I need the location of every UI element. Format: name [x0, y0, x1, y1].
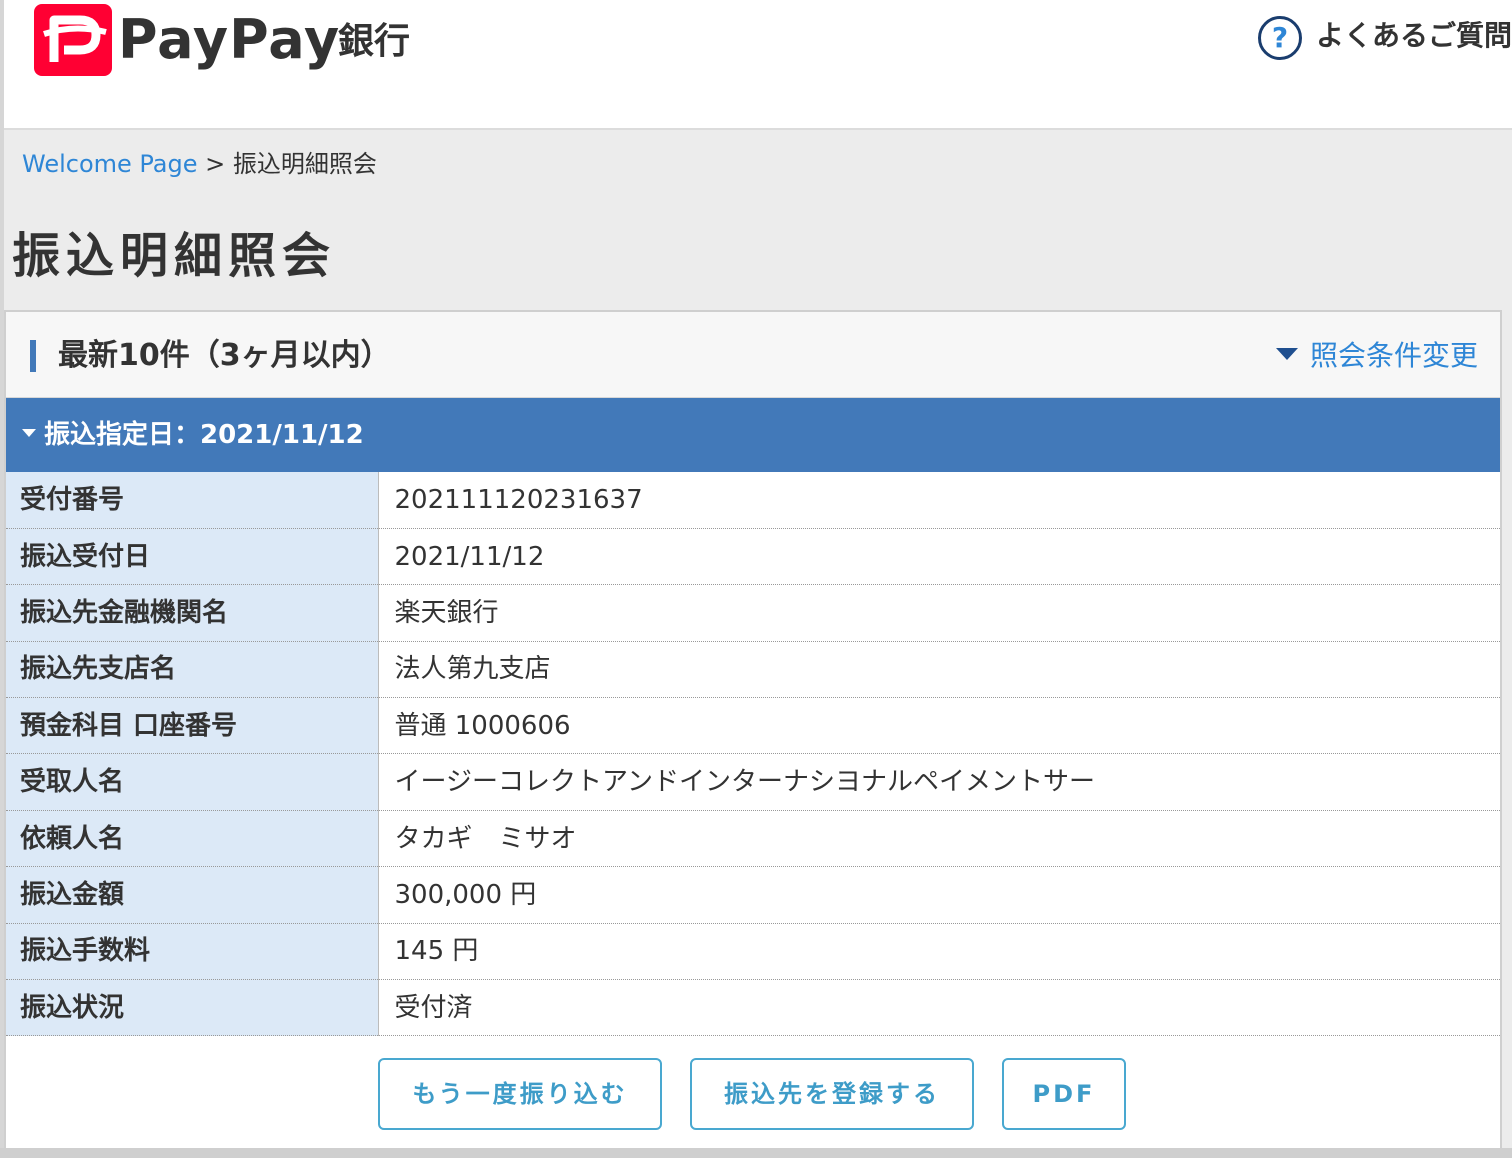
row-label: 振込金額 [6, 866, 379, 924]
row-label: 振込受付日 [6, 528, 379, 586]
table-row: 振込金額 300,000 円 [6, 866, 1500, 924]
transfer-detail-panel: 最新10件（3ヶ月以内） 照会条件変更 振込指定日：2021/11/12 受付番… [4, 310, 1502, 1158]
breadcrumb-separator: > [205, 150, 226, 178]
row-label: 振込手数料 [6, 923, 379, 981]
table-row: 振込受付日 2021/11/12 [6, 528, 1500, 586]
transfer-details-table: 受付番号 202111120231637 振込受付日 2021/11/12 振込… [6, 472, 1500, 1037]
change-conditions-label: 照会条件変更 [1309, 339, 1478, 372]
row-value: 法人第九支店 [378, 641, 1500, 699]
logo-text[interactable]: PayPay [118, 8, 340, 72]
breadcrumb-current: 振込明細照会 [232, 150, 377, 178]
faq-link[interactable]: よくあるご質問 [1316, 16, 1512, 56]
row-label: 振込先支店名 [6, 641, 379, 699]
row-label: 振込状況 [6, 979, 379, 1037]
caret-down-icon [22, 428, 36, 437]
register-payee-button[interactable]: 振込先を登録する [690, 1058, 974, 1130]
triangle-down-icon [1275, 348, 1298, 360]
row-label: 受取人名 [6, 753, 379, 811]
row-value: 普通 1000606 [378, 697, 1500, 755]
table-row: 受付番号 202111120231637 [6, 472, 1500, 529]
table-row: 受取人名 イージーコレクトアンドインターナシヨナルペイメントサー [6, 753, 1500, 811]
page-bottom-edge [0, 1148, 1512, 1158]
transfer-date-toggle[interactable]: 振込指定日：2021/11/12 [6, 398, 1500, 472]
table-row: 振込状況 受付済 [6, 979, 1500, 1037]
section-marker-bar [30, 340, 36, 372]
panel-title: 最新10件（3ヶ月以内） [58, 338, 391, 373]
row-label: 振込先金融機関名 [6, 584, 379, 642]
row-value: 受付済 [378, 979, 1500, 1037]
row-value: 300,000 円 [378, 866, 1500, 924]
transfer-again-button[interactable]: もう一度振り込む [378, 1058, 662, 1130]
table-row: 振込先支店名 法人第九支店 [6, 641, 1500, 699]
transfer-date-label: 振込指定日：2021/11/12 [44, 420, 364, 450]
site-header: PayPay 銀行 ? よくあるご質問 [4, 0, 1512, 130]
question-icon[interactable]: ? [1258, 16, 1302, 60]
row-value: 145 円 [378, 923, 1500, 981]
table-row: 預金科目 口座番号 普通 1000606 [6, 697, 1500, 755]
table-row: 振込手数料 145 円 [6, 923, 1500, 981]
breadcrumb-home-link[interactable]: Welcome Page [22, 150, 198, 178]
breadcrumb: Welcome Page > 振込明細照会 [22, 148, 377, 180]
panel-header: 最新10件（3ヶ月以内） 照会条件変更 [6, 312, 1500, 398]
row-label: 受付番号 [6, 472, 379, 529]
change-conditions-link[interactable]: 照会条件変更 [1275, 336, 1478, 376]
row-value: 楽天銀行 [378, 584, 1500, 642]
row-label: 依頼人名 [6, 810, 379, 868]
page-title: 振込明細照会 [12, 228, 337, 284]
row-value: 202111120231637 [378, 472, 1500, 529]
table-row: 依頼人名 タカギ ミサオ [6, 810, 1500, 868]
paypay-logo-icon[interactable] [34, 4, 112, 76]
table-row: 振込先金融機関名 楽天銀行 [6, 584, 1500, 642]
logo-bank-suffix[interactable]: 銀行 [338, 20, 410, 64]
row-value: イージーコレクトアンドインターナシヨナルペイメントサー [378, 753, 1500, 811]
row-value: タカギ ミサオ [378, 810, 1500, 868]
pdf-button[interactable]: PDF [1002, 1058, 1126, 1130]
row-value: 2021/11/12 [378, 528, 1500, 586]
row-label: 預金科目 口座番号 [6, 697, 379, 755]
